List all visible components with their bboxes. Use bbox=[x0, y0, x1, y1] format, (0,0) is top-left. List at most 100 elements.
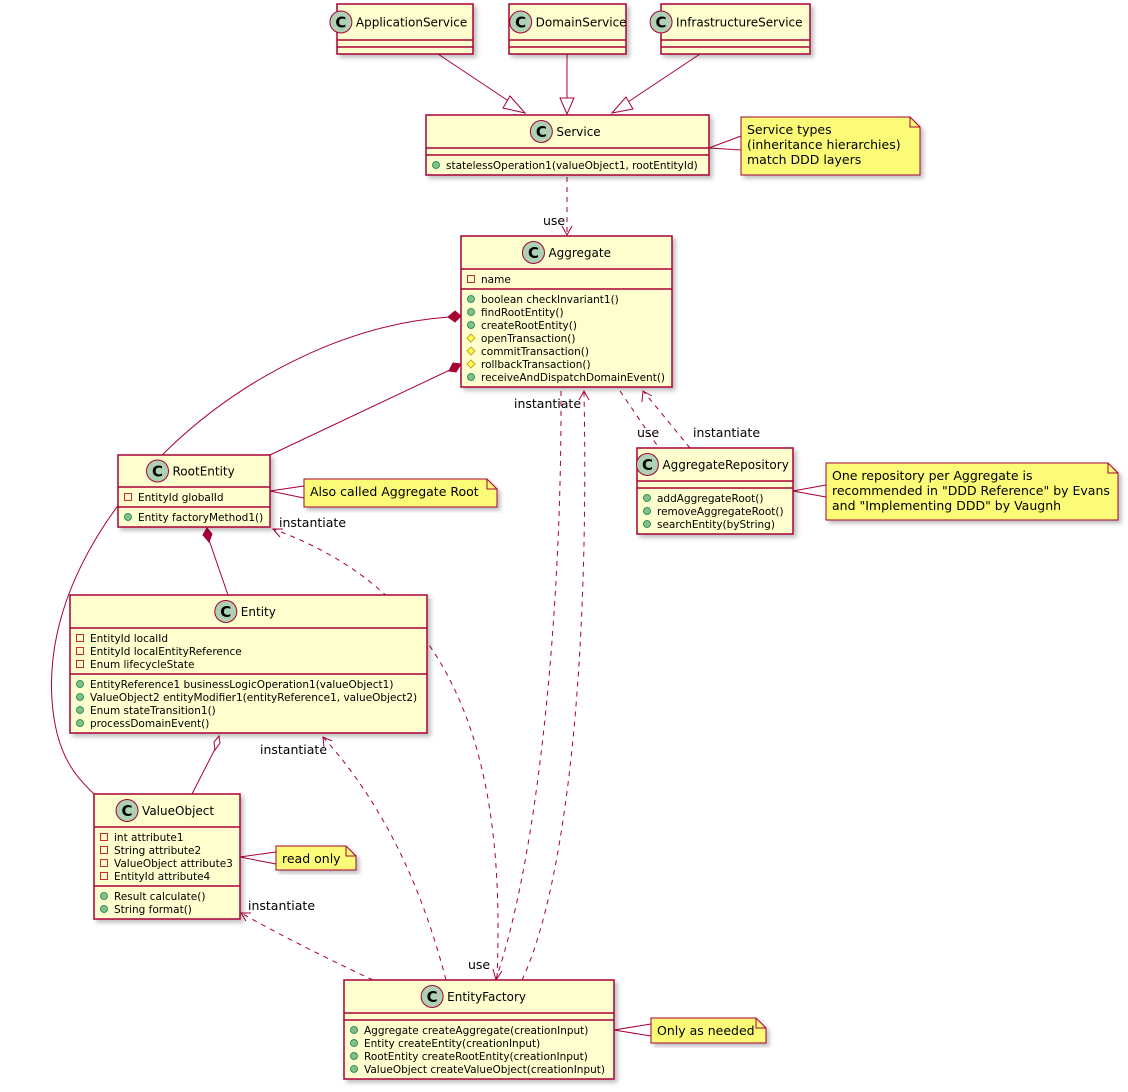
method-text: findRootEntity() bbox=[481, 307, 564, 319]
class-applicationservice[interactable]: C ApplicationService bbox=[329, 3, 474, 55]
class-name: ApplicationService bbox=[356, 16, 467, 30]
public-visibility-icon bbox=[350, 1052, 358, 1060]
method: openTransaction() bbox=[466, 333, 575, 345]
class-entity[interactable]: C Entity EntityId localIdEntityId localEnt… bbox=[69, 594, 428, 734]
method-text: String format() bbox=[114, 904, 192, 916]
class-badge-icon: C bbox=[649, 10, 673, 34]
public-visibility-icon bbox=[76, 706, 84, 714]
method: receiveAndDispatchDomainEvent() bbox=[467, 372, 665, 384]
field: String attribute2 bbox=[100, 845, 201, 857]
class-aggregaterepository[interactable]: C AggregateRepository addAggregateRoot()re… bbox=[635, 447, 794, 535]
class-valueobject[interactable]: C ValueObject int attribute1String attribu… bbox=[93, 793, 241, 920]
method: String format() bbox=[100, 904, 192, 916]
uml-class-diagram: use use instantiate instantiate use inst… bbox=[51, 3, 1119, 1080]
class-service[interactable]: C Service statelessOperation1(valueObject1… bbox=[425, 114, 710, 176]
method: ValueObject createValueObject(creationIn… bbox=[350, 1064, 605, 1076]
note-text: Only as needed bbox=[657, 1023, 755, 1038]
field-text: name bbox=[481, 274, 511, 286]
generalization-arrowhead bbox=[502, 95, 527, 114]
notes: Service types(inheritance hierarchies)ma… bbox=[275, 116, 1119, 1044]
svg-text:C: C bbox=[152, 463, 163, 481]
note-text: and "Implementing DDD" by Vaugnh bbox=[832, 498, 1061, 513]
public-visibility-icon bbox=[76, 693, 84, 701]
method-text: Enum stateTransition1() bbox=[90, 705, 216, 717]
method: boolean checkInvariant1() bbox=[467, 294, 619, 306]
public-visibility-icon bbox=[643, 494, 651, 502]
method-text: Result calculate() bbox=[114, 891, 205, 903]
class-badge-icon: C bbox=[329, 10, 353, 34]
method-text: addAggregateRoot() bbox=[657, 493, 763, 505]
note-connector bbox=[239, 851, 277, 865]
composition-diamond bbox=[447, 310, 462, 323]
field-text: String attribute2 bbox=[114, 845, 201, 857]
public-visibility-icon bbox=[76, 719, 84, 727]
class-infrastructureservice[interactable]: C InfrastructureService bbox=[649, 3, 811, 55]
edge-label-instantiate: instantiate bbox=[248, 898, 315, 913]
generalization-edge-applicationservice bbox=[437, 53, 517, 107]
class-domainservice[interactable]: C DomainService bbox=[508, 3, 627, 55]
field: Enum lifecycleState bbox=[76, 659, 194, 671]
dependency-aggregate-factory bbox=[495, 390, 562, 980]
class-name: Entity bbox=[241, 605, 276, 619]
field-text: Enum lifecycleState bbox=[90, 659, 194, 671]
class-rootentity[interactable]: C RootEntity EntityId globalId Entity facto… bbox=[117, 454, 271, 528]
method: processDomainEvent() bbox=[76, 718, 209, 730]
method-text: statelessOperation1(valueObject1, rootEn… bbox=[446, 160, 698, 172]
svg-text:C: C bbox=[528, 244, 539, 262]
class-name: DomainService bbox=[536, 16, 627, 30]
public-visibility-icon bbox=[467, 295, 475, 303]
composition-diamond bbox=[448, 362, 462, 373]
generalization-arrowhead bbox=[559, 97, 575, 116]
edge-label-use: use bbox=[468, 957, 490, 972]
method: Enum stateTransition1() bbox=[76, 705, 216, 717]
public-visibility-icon bbox=[432, 161, 440, 169]
method: commitTransaction() bbox=[466, 346, 589, 358]
svg-text:C: C bbox=[642, 456, 653, 474]
method-text: Aggregate createAggregate(creationInput) bbox=[364, 1025, 588, 1037]
method-text: receiveAndDispatchDomainEvent() bbox=[481, 372, 665, 384]
method: ValueObject2 entityModifier1(entityRefer… bbox=[76, 692, 417, 704]
field: ValueObject attribute3 bbox=[100, 858, 233, 870]
class-badge-icon: C bbox=[529, 120, 553, 143]
classes: C ApplicationService C DomainService C Infras… bbox=[69, 3, 811, 1080]
class-badge-icon: C bbox=[115, 799, 139, 822]
class-name: InfrastructureService bbox=[676, 16, 802, 30]
class-entityfactory[interactable]: C EntityFactory Aggregate createAggregate(… bbox=[343, 979, 615, 1080]
note-connector bbox=[613, 1023, 652, 1037]
method: findRootEntity() bbox=[467, 307, 564, 319]
note-text: Service types bbox=[747, 122, 832, 137]
public-visibility-icon bbox=[124, 513, 132, 521]
note: read only bbox=[275, 845, 357, 871]
note-connector bbox=[792, 484, 827, 498]
svg-text:C: C bbox=[427, 988, 438, 1006]
class-badge-icon: C bbox=[521, 241, 545, 264]
public-visibility-icon bbox=[643, 507, 651, 515]
class-name: Aggregate bbox=[548, 246, 611, 260]
public-visibility-icon bbox=[76, 680, 84, 688]
public-visibility-icon bbox=[100, 905, 108, 913]
class-aggregate[interactable]: C Aggregate name boolean checkInvariant1()f… bbox=[460, 235, 673, 388]
note: Also called Aggregate Root bbox=[303, 478, 498, 508]
composition-aggregate-rootentity bbox=[269, 368, 453, 456]
class-name: AggregateRepository bbox=[662, 458, 788, 472]
method-text: rollbackTransaction() bbox=[481, 359, 591, 371]
class-badge-icon: C bbox=[214, 600, 238, 623]
edge-label-instantiate: instantiate bbox=[693, 425, 760, 440]
class-badge-icon: C bbox=[635, 453, 659, 476]
method: createRootEntity() bbox=[467, 320, 577, 332]
method: Entity createEntity(creationInput) bbox=[350, 1038, 540, 1050]
method: Entity factoryMethod1() bbox=[124, 512, 263, 524]
field-text: EntityId localEntityReference bbox=[90, 646, 242, 658]
note: One repository per Aggregate isrecommend… bbox=[825, 462, 1119, 521]
field-text: ValueObject attribute3 bbox=[114, 858, 233, 870]
method: rollbackTransaction() bbox=[466, 359, 591, 371]
public-visibility-icon bbox=[467, 373, 475, 381]
method-text: Entity factoryMethod1() bbox=[138, 512, 263, 524]
field: EntityId attribute4 bbox=[100, 871, 211, 883]
note-text: (inheritance hierarchies) bbox=[747, 137, 901, 152]
note-text: read only bbox=[282, 851, 341, 866]
method-text: ValueObject2 entityModifier1(entityRefer… bbox=[90, 692, 417, 704]
class-badge-icon: C bbox=[420, 985, 444, 1008]
method-text: commitTransaction() bbox=[481, 346, 589, 358]
edge-label-instantiate: instantiate bbox=[260, 742, 327, 757]
